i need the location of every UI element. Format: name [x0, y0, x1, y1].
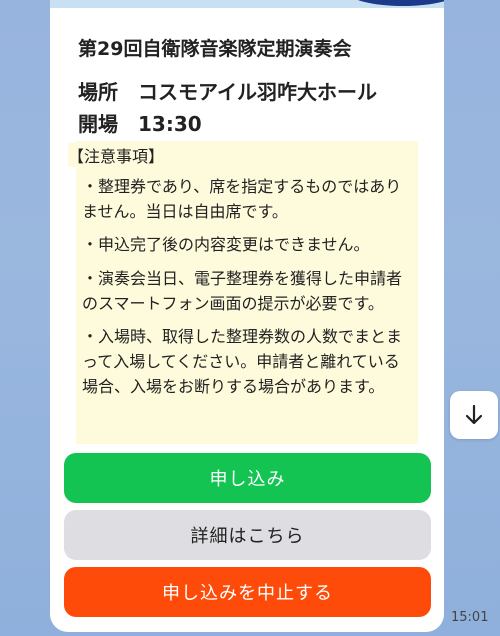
scroll-to-bottom-button[interactable] — [450, 391, 498, 439]
venue-label: 場所 — [78, 80, 118, 104]
venue-row: 場所 コスモアイル羽咋大ホール — [78, 76, 377, 105]
cancel-application-button[interactable]: 申し込みを中止する — [64, 567, 431, 617]
open-label: 開場 — [78, 112, 118, 136]
message-timestamp: 15:01 — [451, 610, 489, 625]
open-time-row: 開場 13:30 — [78, 108, 202, 137]
event-title: 第29回自衛隊音楽隊定期演奏会 — [78, 38, 352, 60]
notice-heading: 【注意事項】 — [68, 143, 167, 167]
venue-value: コスモアイル羽咋大ホール — [138, 80, 377, 104]
arrow-down-icon — [465, 404, 483, 425]
message-card: 第29回自衛隊音楽隊定期演奏会 場所 コスモアイル羽咋大ホール 開場 13:30 【… — [50, 0, 444, 632]
open-time-value: 13:30 — [138, 112, 202, 136]
details-button[interactable]: 詳細はこちら — [64, 510, 431, 560]
notice-item: ・整理券であり、席を指定するものではありません。当日は自由席です。 — [82, 177, 402, 221]
notice-item: ・申込完了後の内容変更はできません。 — [82, 235, 370, 254]
notice-box: 【注意事項】 ・整理券であり、席を指定するものではありません。当日は自由席です。… — [68, 141, 418, 444]
notice-item: ・演奏会当日、電子整理券を獲得した申請者のスマートフォン画面の提示が必要です。 — [82, 269, 403, 313]
apply-button[interactable]: 申し込み — [64, 453, 431, 503]
notice-item: ・入場時、取得した整理券数の人数でまとまって入場してください。申請者と離れている… — [82, 327, 403, 396]
